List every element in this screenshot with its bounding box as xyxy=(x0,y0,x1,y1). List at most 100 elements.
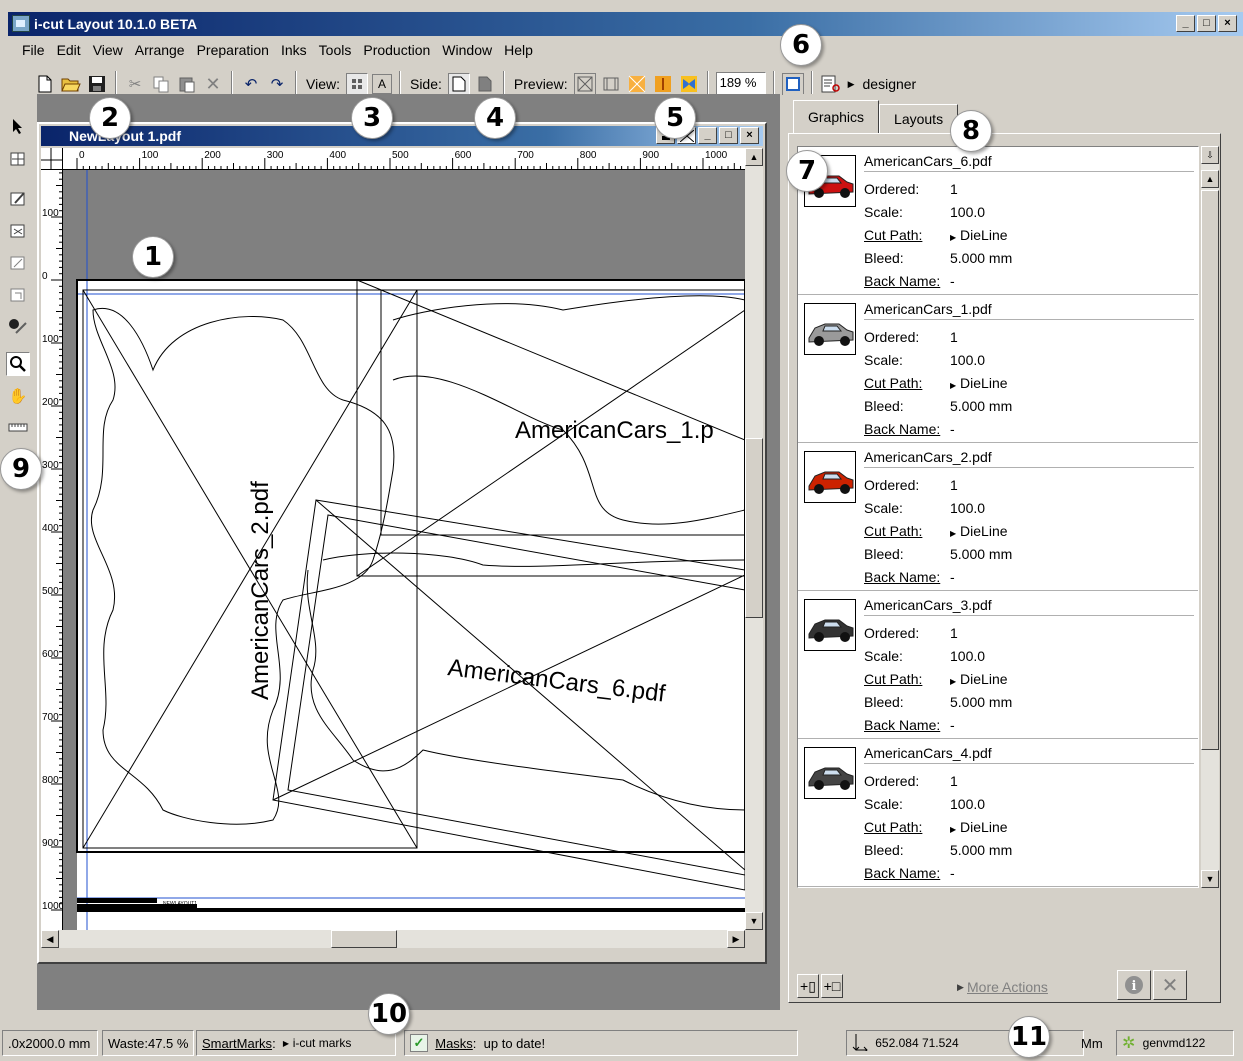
cut-path-label[interactable]: Cut Path: xyxy=(864,819,922,835)
open-folder-icon[interactable] xyxy=(60,73,82,95)
menu-view[interactable]: View xyxy=(87,42,129,58)
preview-butterfly-icon[interactable] xyxy=(652,73,674,95)
document-vertical-scrollbar[interactable]: ▲ ▼ xyxy=(745,148,763,930)
add-blank-button[interactable]: +□ xyxy=(821,974,843,998)
zoom-level-field[interactable]: 189 % xyxy=(715,72,766,96)
ruler-corner[interactable] xyxy=(41,148,63,170)
cut-path-value[interactable]: ▶ DieLine xyxy=(950,671,1008,687)
graphics-list-scrollbar[interactable]: ⇩ ▲ ▼ xyxy=(1201,146,1219,888)
cut-path-value[interactable]: ▶ DieLine xyxy=(950,375,1008,391)
list-collapse-icon[interactable]: ⇩ xyxy=(1201,146,1219,164)
graphic-list-item[interactable]: AmericanCars_4.pdf Ordered: 1 Scale: 100.0 Cu… xyxy=(798,739,1198,887)
menu-production[interactable]: Production xyxy=(357,42,436,58)
back-name-value[interactable]: - xyxy=(950,569,955,585)
save-icon[interactable] xyxy=(86,73,108,95)
scroll-left-icon[interactable]: ◀ xyxy=(41,930,59,948)
graphic-list-item[interactable]: AmericanCars_6.pdf Ordered: 1 Scale: 100.0 Cu… xyxy=(798,147,1198,295)
zoom-tool-icon[interactable] xyxy=(6,352,30,376)
view-grid-icon[interactable] xyxy=(345,73,368,95)
bleed-value[interactable]: 5.000 mm xyxy=(950,842,1012,858)
maximize-button[interactable]: □ xyxy=(1197,15,1216,32)
select-arrow-icon[interactable] xyxy=(6,114,30,138)
list-scroll-down-icon[interactable]: ▼ xyxy=(1201,870,1219,888)
back-name-value[interactable]: - xyxy=(950,717,955,733)
cut-path-label[interactable]: Cut Path: xyxy=(864,671,922,687)
bleed-value[interactable]: 5.000 mm xyxy=(950,546,1012,562)
graphic-list-item[interactable]: AmericanCars_1.pdf Ordered: 1 Scale: 100.0 Cu… xyxy=(798,295,1198,443)
undo-icon[interactable]: ↶ xyxy=(240,73,262,95)
side-back-icon[interactable] xyxy=(474,73,496,95)
masks-label[interactable]: Masks xyxy=(435,1036,473,1051)
back-name-value[interactable]: - xyxy=(950,421,955,437)
graphic-name[interactable]: AmericanCars_6.pdf xyxy=(864,153,1194,172)
user-report-icon[interactable] xyxy=(820,73,842,95)
graphic-list-item[interactable]: AmericanCars_2.pdf Ordered: 1 Scale: 100.0 Cu… xyxy=(798,443,1198,591)
preview-outline-icon[interactable] xyxy=(573,73,596,95)
menu-tools[interactable]: Tools xyxy=(313,42,358,58)
cut-path-value[interactable]: ▶ DieLine xyxy=(950,819,1008,835)
layout-canvas[interactable]: NEWLAYOUT1 AmericanCars_2.pdf AmericanCa… xyxy=(63,170,745,930)
menu-arrange[interactable]: Arrange xyxy=(129,42,191,58)
bleed-value[interactable]: 5.000 mm xyxy=(950,250,1012,266)
list-scroll-thumb[interactable] xyxy=(1201,190,1219,750)
menu-inks[interactable]: Inks xyxy=(275,42,313,58)
preview-wireframe-icon[interactable] xyxy=(600,73,622,95)
graphic-name[interactable]: AmericanCars_4.pdf xyxy=(864,745,1194,764)
ordered-value[interactable]: 1 xyxy=(950,329,958,345)
tab-graphics[interactable]: Graphics xyxy=(793,100,880,134)
user-name[interactable]: designer xyxy=(861,76,919,92)
document-minimize-button[interactable]: _ xyxy=(698,127,717,144)
masks-status[interactable]: ✓ Masks: up to date! xyxy=(404,1030,798,1056)
horizontal-scroll-thumb[interactable] xyxy=(331,930,397,948)
paint-tool-icon[interactable] xyxy=(6,314,30,338)
back-name-label[interactable]: Back Name: xyxy=(864,569,940,585)
add-graphic-button[interactable]: +▯ xyxy=(797,974,819,998)
delete-icon[interactable]: ✕ xyxy=(202,73,224,95)
view-text-icon[interactable]: A xyxy=(371,74,392,94)
tab-layouts[interactable]: Layouts xyxy=(879,104,959,134)
vertical-scroll-thumb[interactable] xyxy=(745,438,763,618)
ordered-value[interactable]: 1 xyxy=(950,477,958,493)
menu-window[interactable]: Window xyxy=(436,42,498,58)
menu-file[interactable]: File xyxy=(16,42,51,58)
list-scroll-up-icon[interactable]: ▲ xyxy=(1201,170,1219,188)
scale-tool-icon[interactable] xyxy=(6,282,30,306)
cut-path-label[interactable]: Cut Path: xyxy=(864,523,922,539)
preview-full-icon[interactable] xyxy=(678,73,700,95)
graphic-name[interactable]: AmericanCars_3.pdf xyxy=(864,597,1194,616)
preview-fill-icon[interactable] xyxy=(626,73,648,95)
smartmarks-status[interactable]: SmartMarks: ▶ i-cut marks xyxy=(196,1030,396,1056)
horizontal-ruler[interactable]: 0 100 200 300 400 500 600 700 800 900 1000 xyxy=(63,148,745,170)
bleed-value[interactable]: 5.000 mm xyxy=(950,694,1012,710)
edit-tool-icon[interactable] xyxy=(6,186,30,210)
bleed-value[interactable]: 5.000 mm xyxy=(950,398,1012,414)
back-name-label[interactable]: Back Name: xyxy=(864,717,940,733)
back-name-value[interactable]: - xyxy=(950,865,955,881)
side-front-icon[interactable] xyxy=(447,73,470,95)
scale-value[interactable]: 100.0 xyxy=(950,648,985,664)
paste-icon[interactable] xyxy=(176,73,198,95)
document-maximize-button[interactable]: □ xyxy=(719,127,738,144)
ordered-value[interactable]: 1 xyxy=(950,181,958,197)
hand-tool-icon[interactable]: ✋ xyxy=(6,384,30,408)
graphic-name[interactable]: AmericanCars_2.pdf xyxy=(864,449,1194,468)
redo-icon[interactable]: ↷ xyxy=(266,73,288,95)
scroll-up-icon[interactable]: ▲ xyxy=(745,148,763,166)
menu-preparation[interactable]: Preparation xyxy=(191,42,275,58)
cut-path-label[interactable]: Cut Path: xyxy=(864,375,922,391)
cut-path-value[interactable]: ▶ DieLine xyxy=(950,227,1008,243)
smartmarks-label[interactable]: SmartMarks xyxy=(202,1036,272,1051)
back-name-label[interactable]: Back Name: xyxy=(864,865,940,881)
vertical-ruler[interactable]: 100 0 100 200 300 400 500 600 700 800 900 1000 xyxy=(41,170,63,930)
cut-path-label[interactable]: Cut Path: xyxy=(864,227,922,243)
close-button[interactable]: × xyxy=(1218,15,1237,32)
more-actions-link[interactable]: More Actions xyxy=(967,979,1048,995)
ordered-value[interactable]: 1 xyxy=(950,625,958,641)
menu-help[interactable]: Help xyxy=(498,42,539,58)
transform-tool-icon[interactable] xyxy=(6,250,30,274)
document-close-button[interactable]: × xyxy=(740,127,759,144)
rotate-tool-icon[interactable] xyxy=(6,218,30,242)
graphic-list-item[interactable]: AmericanCars_3.pdf Ordered: 1 Scale: 100.0 Cu… xyxy=(798,591,1198,739)
units-status[interactable]: Mm xyxy=(1076,1030,1112,1056)
graphic-name[interactable]: AmericanCars_1.pdf xyxy=(864,301,1194,320)
